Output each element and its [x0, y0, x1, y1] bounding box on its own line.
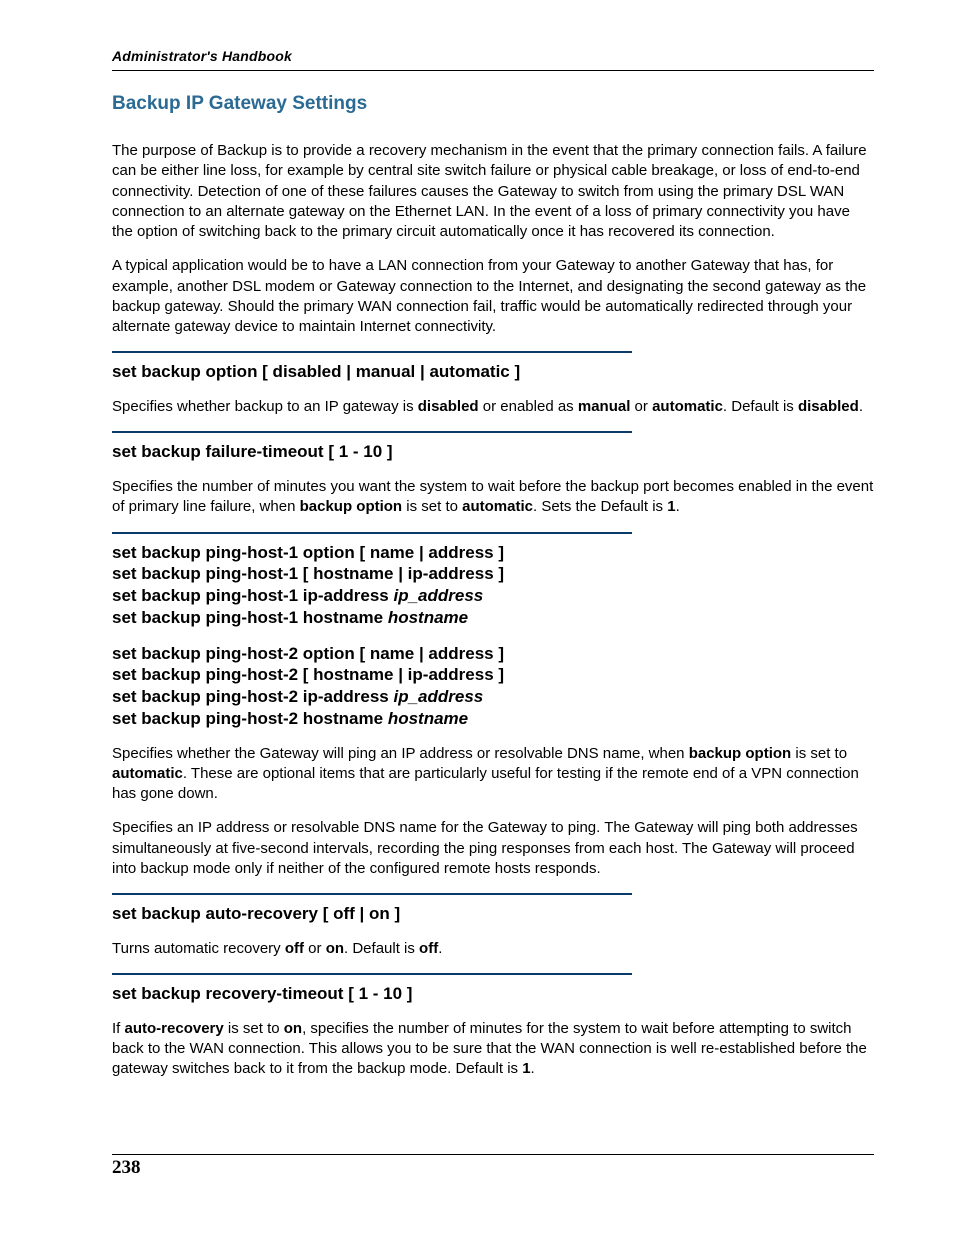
command-rule — [112, 973, 632, 975]
text: Specifies whether backup to an IP gatewa… — [112, 398, 418, 415]
command-ping-host-2: set backup ping-host-2 option [ name | a… — [112, 643, 874, 730]
command-ping-host-1: set backup ping-host-1 option [ name | a… — [112, 542, 874, 629]
cmd-line: set backup ping-host-1 option [ name | a… — [112, 543, 504, 562]
bold-one: 1 — [667, 498, 675, 515]
cmd-line: set backup ping-host-2 [ hostname | ip-a… — [112, 665, 504, 684]
cmd-line: set backup ping-host-1 [ hostname | ip-a… — [112, 564, 504, 583]
command-backup-option: set backup option [ disabled | manual | … — [112, 361, 874, 383]
cmd-arg-ip-address: ip_address — [394, 687, 484, 706]
command-failure-timeout-desc: Specifies the number of minutes you want… — [112, 477, 874, 518]
bold-on: on — [284, 1020, 302, 1037]
bold-automatic: automatic — [462, 498, 533, 515]
text: or enabled as — [479, 398, 578, 415]
text: is set to — [224, 1020, 284, 1037]
ping-host-desc-2: Specifies an IP address or resolvable DN… — [112, 818, 874, 879]
command-rule — [112, 532, 632, 534]
cmd-arg-hostname: hostname — [388, 608, 468, 627]
command-recovery-timeout-desc: If auto-recovery is set to on, specifies… — [112, 1019, 874, 1080]
bold-automatic: automatic — [112, 765, 183, 782]
cmd-line: set backup ping-host-1 ip-address — [112, 586, 394, 605]
text: . — [438, 940, 442, 957]
cmd-line: set backup ping-host-2 ip-address — [112, 687, 394, 706]
bold-off-2: off — [419, 940, 438, 957]
command-rule — [112, 351, 632, 353]
cmd-line: set backup ping-host-2 hostname — [112, 709, 388, 728]
cmd-line: set backup ping-host-2 option [ name | a… — [112, 644, 504, 663]
page-number: 238 — [112, 1157, 141, 1179]
text: . — [859, 398, 863, 415]
ping-host-desc-1: Specifies whether the Gateway will ping … — [112, 744, 874, 805]
section-title: Backup IP Gateway Settings — [112, 93, 874, 115]
text: is set to — [791, 745, 847, 762]
command-backup-option-desc: Specifies whether backup to an IP gatewa… — [112, 397, 874, 417]
command-failure-timeout: set backup failure-timeout [ 1 - 10 ] — [112, 441, 874, 463]
text: Specifies whether the Gateway will ping … — [112, 745, 689, 762]
text: . — [676, 498, 680, 515]
bold-disabled: disabled — [418, 398, 479, 415]
command-auto-recovery: set backup auto-recovery [ off | on ] — [112, 903, 874, 925]
cmd-line: set backup ping-host-1 hostname — [112, 608, 388, 627]
intro-paragraph-2: A typical application would be to have a… — [112, 256, 874, 337]
bold-manual: manual — [578, 398, 631, 415]
text: . These are optional items that are part… — [112, 765, 859, 802]
bold-off: off — [285, 940, 304, 957]
text: Turns automatic recovery — [112, 940, 285, 957]
text: or — [304, 940, 326, 957]
text: . Sets the Default is — [533, 498, 667, 515]
bold-automatic: automatic — [652, 398, 723, 415]
text: . Default is — [344, 940, 419, 957]
command-rule — [112, 431, 632, 433]
command-auto-recovery-desc: Turns automatic recovery off or on. Defa… — [112, 939, 874, 959]
header-rule — [112, 70, 874, 71]
bold-backup-option: backup option — [689, 745, 792, 762]
text: or — [630, 398, 652, 415]
bold-auto-recovery: auto-recovery — [125, 1020, 224, 1037]
cmd-arg-ip-address: ip_address — [394, 586, 484, 605]
intro-paragraph-1: The purpose of Backup is to provide a re… — [112, 141, 874, 242]
text: . Default is — [723, 398, 798, 415]
footer-rule — [112, 1154, 874, 1155]
bold-one: 1 — [522, 1060, 530, 1077]
cmd-arg-hostname: hostname — [388, 709, 468, 728]
bold-disabled-2: disabled — [798, 398, 859, 415]
text: . — [531, 1060, 535, 1077]
bold-backup-option: backup option — [300, 498, 403, 515]
page: Administrator's Handbook Backup IP Gatew… — [0, 0, 954, 1235]
text: If — [112, 1020, 125, 1037]
command-rule — [112, 893, 632, 895]
bold-on: on — [326, 940, 344, 957]
text: is set to — [402, 498, 462, 515]
command-recovery-timeout: set backup recovery-timeout [ 1 - 10 ] — [112, 983, 874, 1005]
running-header: Administrator's Handbook — [112, 48, 874, 64]
